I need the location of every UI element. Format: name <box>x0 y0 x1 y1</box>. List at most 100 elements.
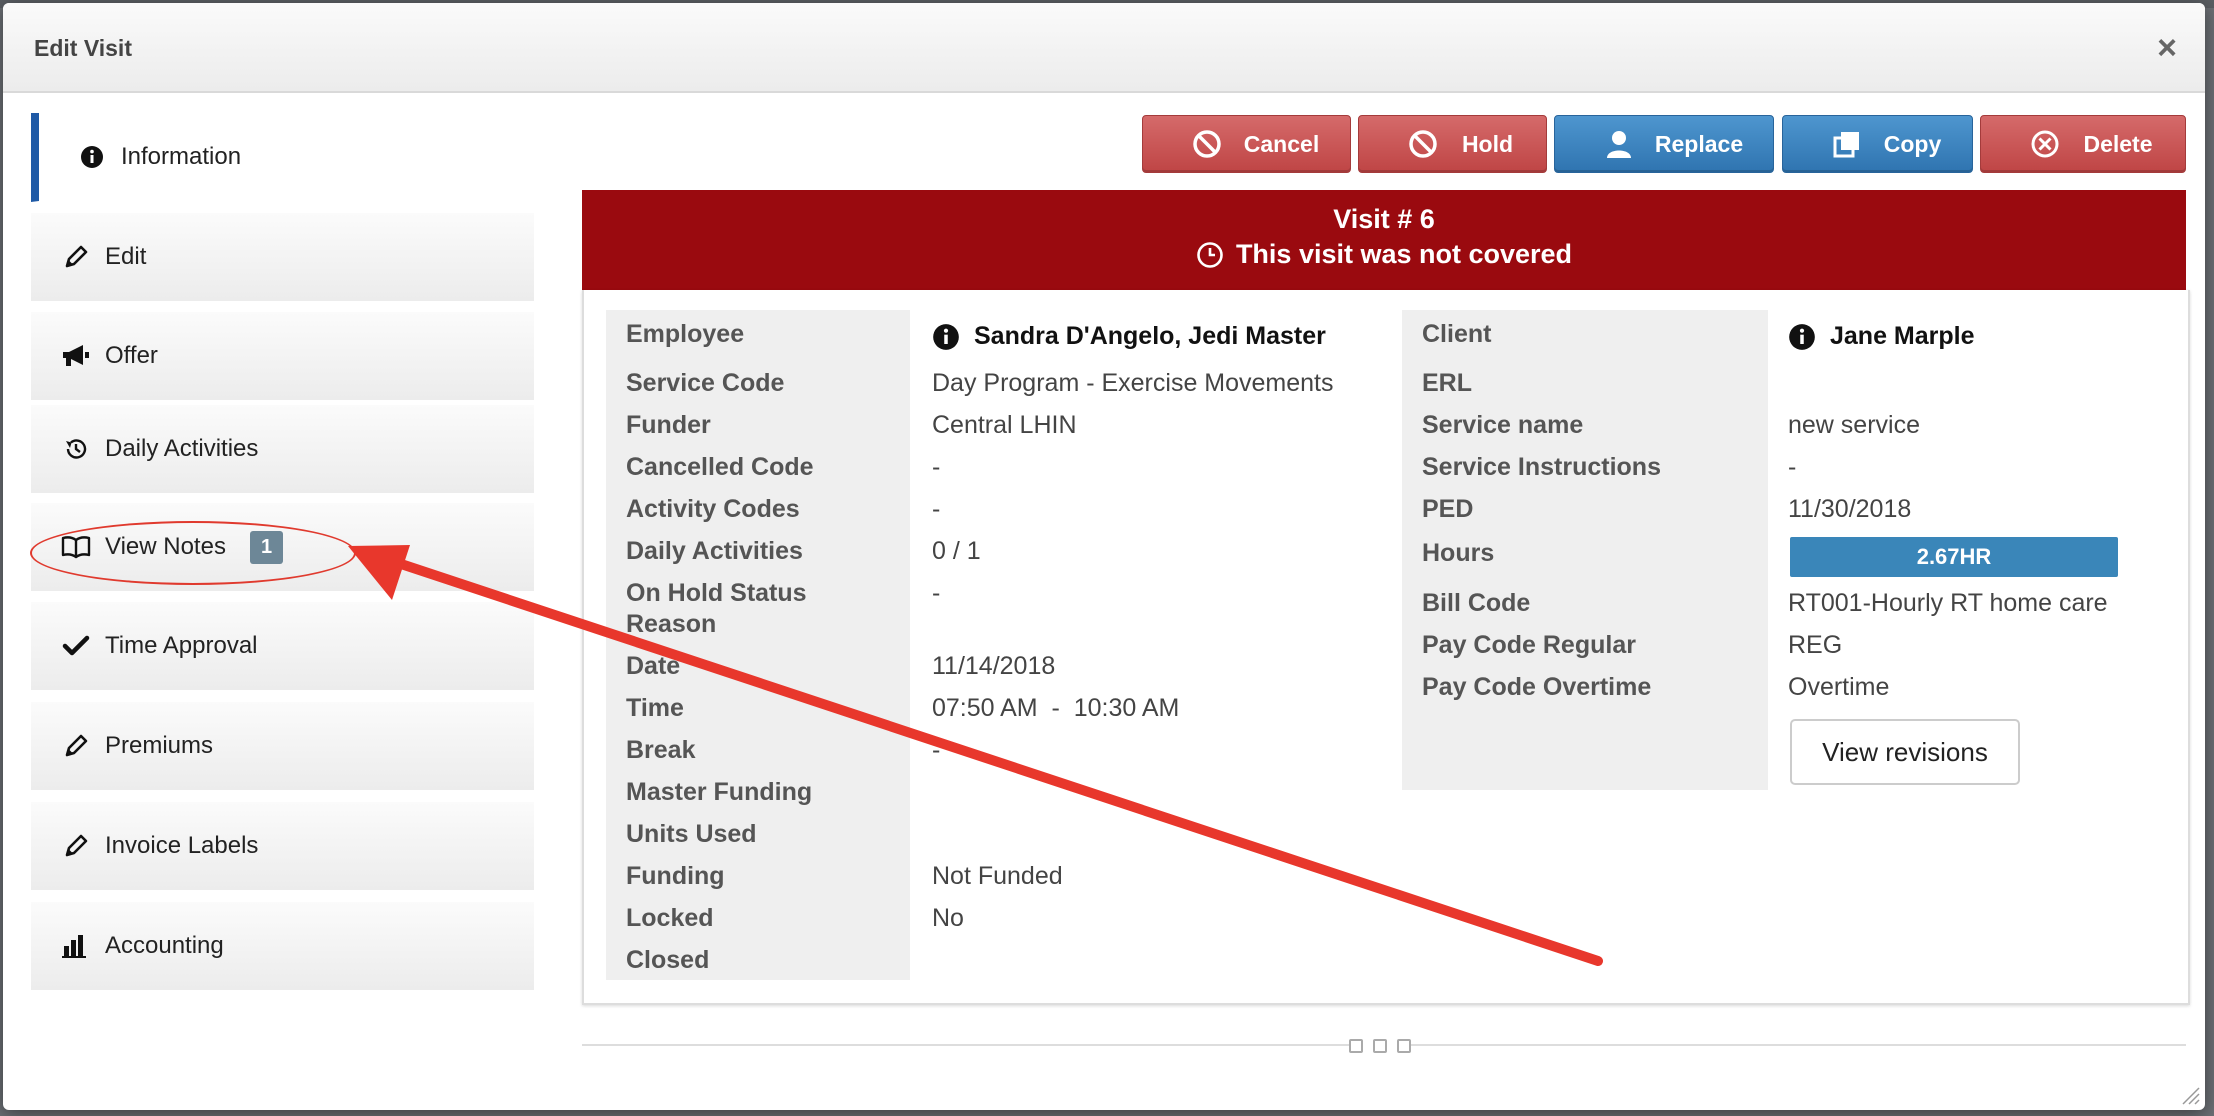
hold-label: Hold <box>1461 130 1514 157</box>
date-value: 11/14/2018 <box>932 652 1056 680</box>
hold-button[interactable]: Hold <box>1358 115 1547 173</box>
ped-label: PED <box>1422 495 1474 523</box>
pay-code-overtime-label: Pay Code Overtime <box>1422 673 1652 701</box>
locked-value: No <box>932 904 964 932</box>
sidebar-item-information[interactable]: Information <box>31 113 534 202</box>
daily-activities-value: 0 / 1 <box>932 537 981 565</box>
info-icon <box>75 143 109 171</box>
time-label: Time <box>626 694 684 722</box>
funder-value: Central LHIN <box>932 411 1077 439</box>
funder-label: Funder <box>626 411 711 439</box>
break-value: - <box>932 736 941 764</box>
resize-grip-icon[interactable] <box>2179 1084 2201 1106</box>
visit-details-panel: Employee Service Code Funder Cancelled C… <box>582 290 2190 1005</box>
replace-label: Replace <box>1654 130 1744 157</box>
client-name: Jane Marple <box>1830 322 1975 350</box>
sidebar-item-offer[interactable]: Offer <box>31 312 534 401</box>
erl-label: ERL <box>1422 369 1472 397</box>
visit-number: Visit # 6 <box>1333 204 1435 234</box>
sidebar-item-edit[interactable]: Edit <box>31 213 534 302</box>
activity-codes-value: - <box>932 495 941 523</box>
user-icon <box>1601 126 1637 162</box>
delete-label: Delete <box>2083 130 2153 157</box>
visit-status-text: This visit was not covered <box>1235 239 1573 269</box>
employee-name: Sandra D'Angelo, Jedi Master <box>974 322 1326 350</box>
sidebar-item-accounting[interactable]: Accounting <box>31 902 534 991</box>
sidebar-item-daily-activities[interactable]: Daily Activities <box>31 405 534 494</box>
sidebar-item-premiums[interactable]: Premiums <box>31 702 534 791</box>
units-used-label: Units Used <box>626 820 757 848</box>
on-hold-reason-label: Reason <box>626 610 717 638</box>
funding-label: Funding <box>626 862 725 890</box>
replace-button[interactable]: Replace <box>1554 115 1774 173</box>
bill-code-label: Bill Code <box>1422 589 1531 617</box>
pay-code-regular-value: REG <box>1788 631 1843 659</box>
clock-icon <box>1197 241 1223 268</box>
sidebar-item-label: Accounting <box>105 932 224 959</box>
visit-status-banner: Visit # 6 This visit was not covered <box>582 190 2186 290</box>
handle-dot <box>1373 1039 1387 1053</box>
pencil-icon <box>59 243 93 271</box>
modal-header: Edit Visit × <box>3 3 2205 93</box>
megaphone-icon <box>59 342 93 370</box>
sidebar-item-label: Time Approval <box>105 632 258 659</box>
modal-title: Edit Visit <box>34 35 132 61</box>
break-label: Break <box>626 736 696 764</box>
info-icon <box>1789 323 1815 350</box>
bar-chart-icon <box>59 932 93 960</box>
activity-codes-label: Activity Codes <box>626 495 800 523</box>
ban-icon <box>1405 126 1441 162</box>
client-value[interactable]: Jane Marple <box>1788 322 1975 351</box>
pencil-icon <box>59 832 93 860</box>
hours-label: Hours <box>1422 539 1495 567</box>
sidebar-item-invoice-labels[interactable]: Invoice Labels <box>31 802 534 891</box>
locked-label: Locked <box>626 904 714 932</box>
sidebar-item-label: Offer <box>105 342 158 369</box>
sidebar-item-label: Invoice Labels <box>105 832 259 859</box>
close-button[interactable]: × <box>2157 31 2177 65</box>
ped-value: 11/30/2018 <box>1788 495 1912 523</box>
service-code-label: Service Code <box>626 369 785 397</box>
daily-activities-label: Daily Activities <box>626 537 803 565</box>
service-code-value: Day Program - Exercise Movements <box>932 369 1334 397</box>
sidebar-item-time-approval[interactable]: Time Approval <box>31 602 534 691</box>
pencil-icon <box>59 732 93 760</box>
edit-visit-modal: Edit Visit × Information Edit Offer Dail… <box>3 3 2205 1110</box>
sidebar-item-label: Daily Activities <box>105 435 259 462</box>
view-revisions-button[interactable]: View revisions <box>1790 719 2020 785</box>
check-icon <box>59 632 93 660</box>
circle-x-icon <box>2027 126 2063 162</box>
info-icon <box>933 323 959 350</box>
copy-button[interactable]: Copy <box>1782 115 1973 173</box>
service-instructions-label: Service Instructions <box>1422 453 1661 481</box>
history-icon <box>59 435 93 463</box>
time-value: 07:50 AM - 10:30 AM <box>932 694 1180 722</box>
cancelled-code-label: Cancelled Code <box>626 453 814 481</box>
sidebar-item-label: View Notes <box>105 533 226 560</box>
employee-label: Employee <box>626 320 745 348</box>
notes-count-badge: 1 <box>249 530 284 564</box>
sidebar-item-label: Premiums <box>105 732 214 759</box>
employee-value[interactable]: Sandra D'Angelo, Jedi Master <box>932 322 1326 351</box>
bill-code-value: RT001-Hourly RT home care <box>1788 589 2108 617</box>
sidebar-item-view-notes[interactable]: View Notes 1 <box>31 503 534 592</box>
funding-value: Not Funded <box>932 862 1063 890</box>
copy-icon <box>1829 126 1865 162</box>
pay-code-overtime-value: Overtime <box>1788 673 1890 701</box>
sidebar-item-label: Edit <box>105 243 147 270</box>
service-name-label: Service name <box>1422 411 1584 439</box>
delete-button[interactable]: Delete <box>1980 115 2186 173</box>
hours-progress-bar: 2.67HR <box>1790 537 2118 577</box>
resize-handle[interactable] <box>1349 1036 1411 1056</box>
client-label: Client <box>1422 320 1492 348</box>
master-funding-label: Master Funding <box>626 778 813 806</box>
cancel-button[interactable]: Cancel <box>1142 115 1351 173</box>
cancel-label: Cancel <box>1243 130 1320 157</box>
on-hold-value: - <box>932 579 941 607</box>
service-name-value: new service <box>1788 411 1920 439</box>
handle-dot <box>1397 1039 1411 1053</box>
copy-label: Copy <box>1883 130 1942 157</box>
handle-dot <box>1349 1039 1363 1053</box>
sidebar-item-label: Information <box>121 143 242 170</box>
on-hold-status-label: On Hold Status <box>626 579 807 607</box>
